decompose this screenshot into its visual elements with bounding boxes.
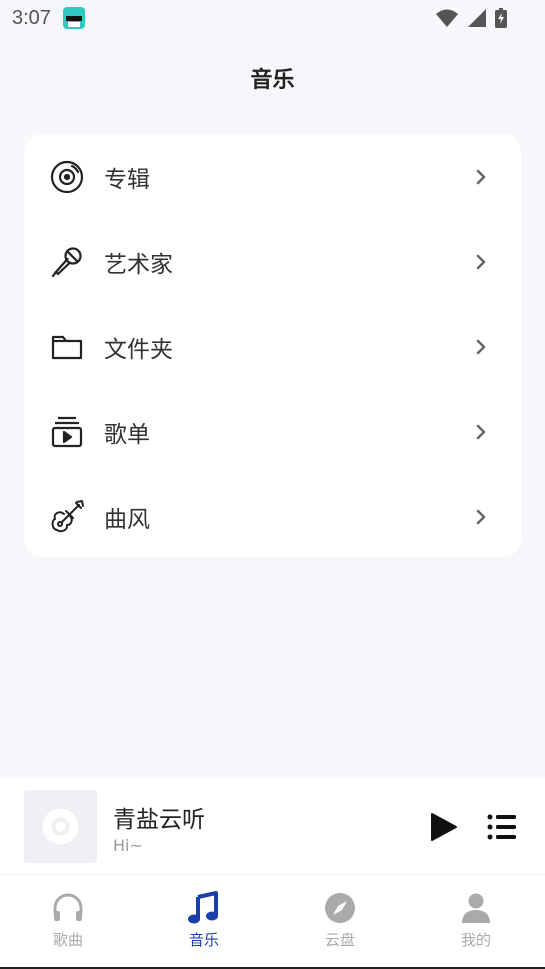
- wifi-icon: [435, 8, 459, 32]
- music-note-icon: [187, 891, 221, 925]
- chevron-right-icon: [473, 508, 489, 526]
- menu-item-folders[interactable]: 文件夹: [24, 304, 521, 389]
- chevron-right-icon: [473, 423, 489, 441]
- album-disc-icon: [49, 159, 85, 195]
- chevron-right-icon: [473, 168, 489, 186]
- menu-item-artists[interactable]: 艺术家: [24, 219, 521, 304]
- menu-item-label: 艺术家: [104, 251, 173, 278]
- app-notification-icon: [62, 6, 86, 34]
- status-bar: 3:07: [0, 0, 545, 38]
- disc-placeholder-icon: [42, 808, 79, 845]
- queue-list-icon: [487, 814, 516, 840]
- tab-label: 云盘: [324, 931, 355, 949]
- person-icon: [459, 891, 493, 925]
- chevron-right-icon: [473, 338, 489, 356]
- chevron-right-icon: [473, 253, 489, 271]
- play-icon: [431, 813, 457, 841]
- tab-songs[interactable]: 歌曲: [0, 875, 136, 968]
- menu-item-albums[interactable]: 专辑: [24, 134, 521, 219]
- compass-icon: [323, 891, 357, 925]
- library-menu: 专辑 艺术家 文件夹 歌单 曲风: [24, 134, 521, 557]
- queue-button[interactable]: [486, 812, 518, 842]
- battery-charging-icon: [495, 8, 507, 32]
- menu-item-label: 文件夹: [104, 336, 173, 363]
- now-playing-subtitle: Hi~: [113, 836, 143, 855]
- status-time: 3:07: [12, 7, 51, 29]
- playlist-icon: [49, 414, 85, 450]
- tab-cloud-drive[interactable]: 云盘: [272, 875, 408, 968]
- mini-player[interactable]: 青盐云听 Hi~: [0, 778, 545, 874]
- menu-item-label: 曲风: [104, 506, 150, 533]
- menu-item-label: 专辑: [104, 166, 150, 193]
- album-cover[interactable]: [24, 790, 97, 863]
- now-playing-title: 青盐云听: [113, 807, 205, 833]
- tab-label: 歌曲: [52, 931, 83, 949]
- headphones-icon: [51, 891, 85, 925]
- cellular-signal-icon: [467, 8, 487, 32]
- folder-icon: [49, 329, 85, 365]
- menu-item-genres[interactable]: 曲风: [24, 474, 521, 559]
- menu-item-playlists[interactable]: 歌单: [24, 389, 521, 474]
- guitar-icon: [49, 499, 85, 535]
- tab-me[interactable]: 我的: [408, 875, 544, 968]
- tab-music[interactable]: 音乐: [136, 875, 272, 968]
- microphone-icon: [49, 244, 85, 280]
- tab-label: 音乐: [188, 931, 219, 949]
- menu-item-label: 歌单: [104, 421, 150, 448]
- play-button[interactable]: [426, 812, 460, 842]
- tab-label: 我的: [460, 931, 491, 949]
- bottom-tab-bar: 歌曲 音乐 云盘 我的: [0, 874, 545, 968]
- page-title: 音乐: [250, 68, 295, 93]
